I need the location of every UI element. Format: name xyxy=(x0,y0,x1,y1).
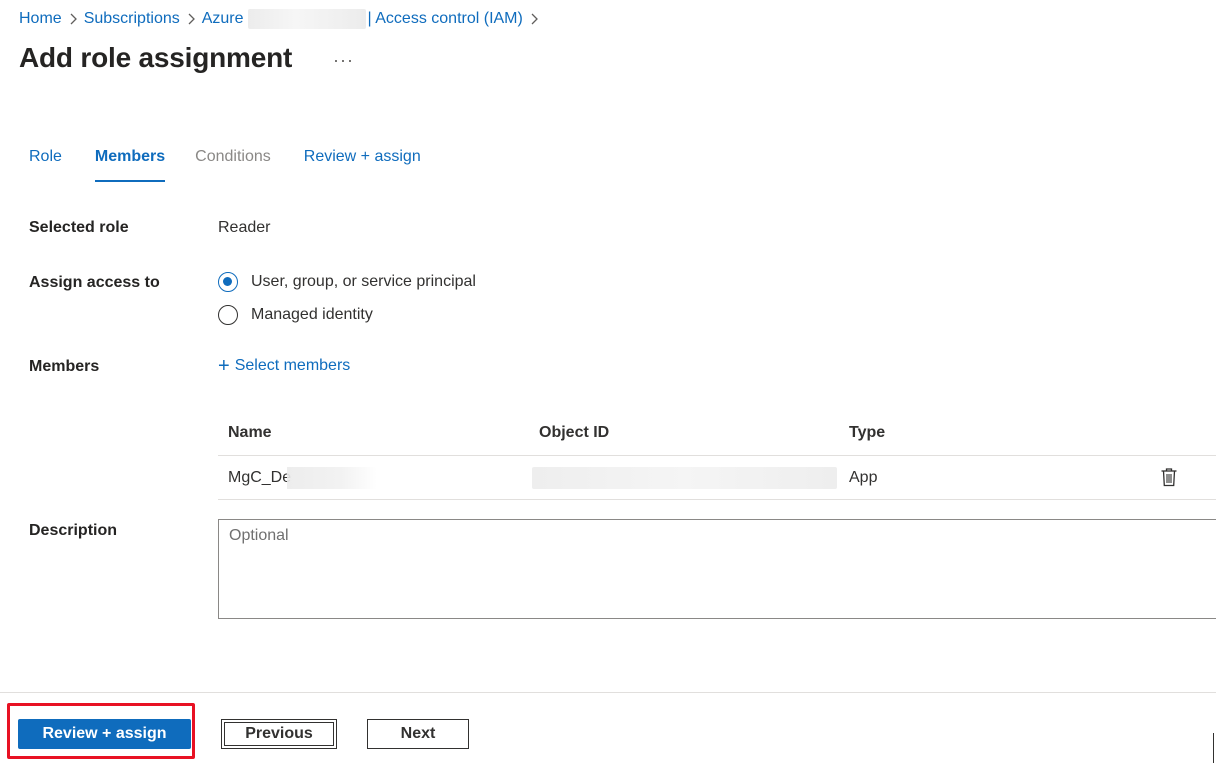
assign-access-label: Assign access to xyxy=(29,274,160,291)
tab-conditions: Conditions xyxy=(195,148,271,165)
footer-divider xyxy=(0,692,1216,693)
member-name-cell: MgC_De xyxy=(228,456,378,499)
radio-managed-identity[interactable]: Managed identity xyxy=(218,305,373,325)
previous-button[interactable]: Previous xyxy=(221,719,337,749)
breadcrumb: Home Subscriptions Azure | Access contro… xyxy=(19,8,545,30)
scroll-edge xyxy=(1213,733,1214,763)
description-input[interactable] xyxy=(219,520,1216,618)
member-type: App xyxy=(849,468,878,486)
tab-role[interactable]: Role xyxy=(29,148,62,182)
review-assign-button[interactable]: Review + assign xyxy=(18,719,191,749)
trash-icon[interactable] xyxy=(1160,467,1180,489)
redacted-subscription-name xyxy=(247,9,366,29)
breadcrumb-access-control-link[interactable]: | Access control (IAM) xyxy=(368,10,523,28)
column-header-object-id: Object ID xyxy=(539,423,610,441)
description-label: Description xyxy=(29,522,118,539)
select-members-button[interactable]: + Select members xyxy=(218,356,350,376)
radio-user-group-sp[interactable]: User, group, or service principal xyxy=(218,272,476,292)
radio-managed-identity-label: Managed identity xyxy=(251,306,373,323)
chevron-right-icon xyxy=(523,8,545,30)
selected-role-label: Selected role xyxy=(29,219,129,236)
table-row: MgC_De App xyxy=(218,456,1216,500)
radio-unchecked-icon[interactable] xyxy=(218,305,238,325)
chevron-right-icon xyxy=(180,8,202,30)
selected-role-value: Reader xyxy=(218,219,271,236)
members-label: Members xyxy=(29,358,100,375)
select-members-label: Select members xyxy=(234,357,351,374)
redacted-member-name xyxy=(287,466,378,489)
breadcrumb-subscriptions-link[interactable]: Subscriptions xyxy=(84,10,180,28)
breadcrumb-azure-link[interactable]: Azure xyxy=(202,10,244,28)
radio-user-group-sp-label: User, group, or service principal xyxy=(251,273,476,290)
column-header-name: Name xyxy=(228,423,272,441)
plus-icon: + xyxy=(218,355,230,377)
wizard-tabs: Role Members Conditions Review + assign xyxy=(29,148,421,182)
more-actions-button[interactable]: ··· xyxy=(333,50,354,71)
next-button[interactable]: Next xyxy=(367,719,469,749)
member-name: MgC_De xyxy=(228,468,292,486)
members-table-header: Name Object ID Type xyxy=(218,410,1216,456)
radio-checked-icon[interactable] xyxy=(218,272,238,292)
redacted-object-id xyxy=(532,466,837,489)
page-title: Add role assignment xyxy=(19,42,293,73)
chevron-right-icon xyxy=(62,8,84,30)
member-object-id-cell xyxy=(532,456,837,499)
column-header-type: Type xyxy=(849,423,886,441)
breadcrumb-home-link[interactable]: Home xyxy=(19,10,62,28)
description-box xyxy=(218,519,1216,619)
tab-review-assign[interactable]: Review + assign xyxy=(304,148,421,182)
tab-members[interactable]: Members xyxy=(94,148,166,182)
